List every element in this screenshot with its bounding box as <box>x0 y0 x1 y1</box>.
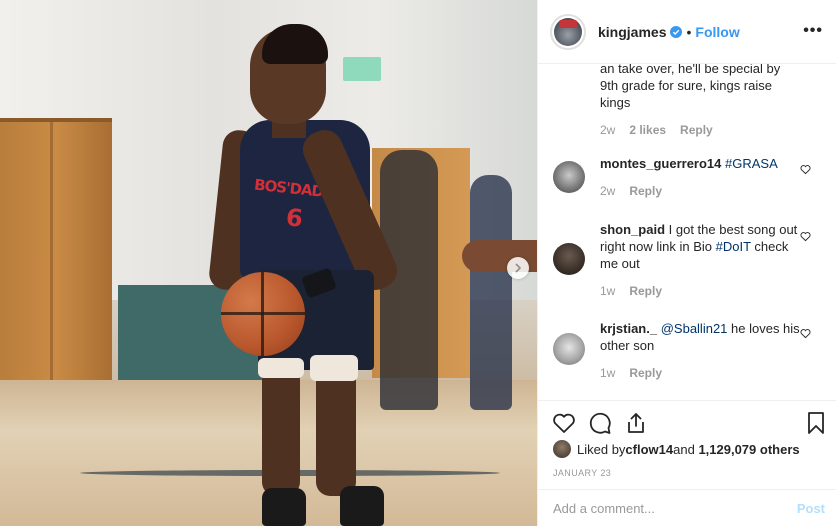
comment-icon[interactable] <box>588 411 612 435</box>
crown-logo-icon <box>554 17 582 46</box>
player-leg-left <box>262 366 300 496</box>
basketball <box>221 272 305 356</box>
player-leg-right <box>316 366 356 496</box>
header-username[interactable]: kingjames <box>598 24 666 40</box>
more-options-icon[interactable]: ••• <box>803 22 823 40</box>
post-actions <box>538 400 836 440</box>
bookmark-icon[interactable] <box>804 411 828 435</box>
avatar[interactable] <box>553 440 571 458</box>
follow-button[interactable]: Follow <box>695 24 739 40</box>
comment-username[interactable]: shon_paid <box>600 222 665 237</box>
knee-sleeve-left <box>258 358 304 378</box>
comment-text: montes_guerrero14 #GRASA <box>600 155 800 172</box>
post-photo[interactable]: BOS'DADE 6 <box>0 0 537 526</box>
reply-button[interactable]: Reply <box>629 284 662 298</box>
header-separator: • <box>686 23 692 40</box>
heart-like-icon[interactable] <box>800 164 811 175</box>
heart-like-icon[interactable] <box>800 231 811 242</box>
shoe-right <box>340 486 384 526</box>
avatar[interactable] <box>553 243 585 275</box>
comment-username[interactable]: krjstian._ <box>600 321 657 336</box>
comment-input[interactable] <box>553 500 773 516</box>
comment-body: shon_paid I got the best song out right … <box>600 221 800 298</box>
carousel-next-button[interactable] <box>507 257 529 279</box>
reply-button[interactable]: Reply <box>680 123 713 137</box>
post-side-panel: kingjames • Follow ••• an take over, he'… <box>537 0 836 526</box>
avatar[interactable] <box>553 333 585 365</box>
comment-time[interactable]: 1w <box>600 366 615 380</box>
post-comment-button[interactable]: Post <box>797 501 825 516</box>
comment-time[interactable]: 2w <box>600 123 615 137</box>
comment-meta: 1w Reply <box>600 284 800 298</box>
comment-meta: 2w 2 likes Reply <box>600 123 800 137</box>
verified-badge-icon <box>670 25 683 38</box>
comment-text: shon_paid I got the best song out right … <box>600 221 800 272</box>
jersey-number: 6 <box>284 203 305 233</box>
reply-button[interactable]: Reply <box>629 184 662 198</box>
likes-prefix: Liked by <box>577 441 626 457</box>
likes-summary: Liked by cflow14 and 1,129,079 others <box>553 440 800 458</box>
add-comment-bar: Post <box>538 489 836 526</box>
comment-continued: an take over, he'll be special by 9th gr… <box>600 64 800 137</box>
comment-time[interactable]: 2w <box>600 184 615 198</box>
shoe-left <box>262 488 306 526</box>
post-header: kingjames • Follow ••• <box>538 0 836 64</box>
comment-hashtag[interactable]: #DoIT <box>716 239 751 254</box>
comment-body: krjstian._ @Sballin21 he loves his other… <box>600 320 800 380</box>
avatar[interactable] <box>550 13 586 50</box>
comment-time[interactable]: 1w <box>600 284 615 298</box>
likes-count[interactable]: 1,129,079 others <box>698 442 799 457</box>
comment-meta: 2w Reply <box>600 184 800 198</box>
comment-username[interactable]: montes_guerrero14 <box>600 156 721 171</box>
gym-door-left <box>0 118 112 383</box>
reply-button[interactable]: Reply <box>629 366 662 380</box>
comment-mention[interactable]: @Sballin21 <box>661 321 728 336</box>
post-date[interactable]: JANUARY 23 <box>553 468 611 478</box>
comments-list[interactable]: an take over, he'll be special by 9th gr… <box>538 64 836 400</box>
comment-hashtag[interactable]: #GRASA <box>725 156 778 171</box>
comment-text: an take over, he'll be special by 9th gr… <box>600 64 781 110</box>
share-icon[interactable] <box>624 411 648 435</box>
heart-like-icon[interactable] <box>800 328 811 339</box>
exit-sign <box>343 57 381 81</box>
liked-by-username[interactable]: cflow14 <box>625 442 673 457</box>
knee-sleeve-right <box>310 355 358 381</box>
comment-meta: 1w Reply <box>600 366 800 380</box>
background-player <box>470 175 512 410</box>
avatar[interactable] <box>553 161 585 193</box>
chevron-right-icon <box>515 263 522 273</box>
heart-icon[interactable] <box>552 411 576 435</box>
comment-body: montes_guerrero14 #GRASA 2w Reply <box>600 155 800 198</box>
comment-likes[interactable]: 2 likes <box>629 123 666 137</box>
likes-middle: and <box>673 441 695 457</box>
comment-text: krjstian._ @Sballin21 he loves his other… <box>600 320 800 354</box>
